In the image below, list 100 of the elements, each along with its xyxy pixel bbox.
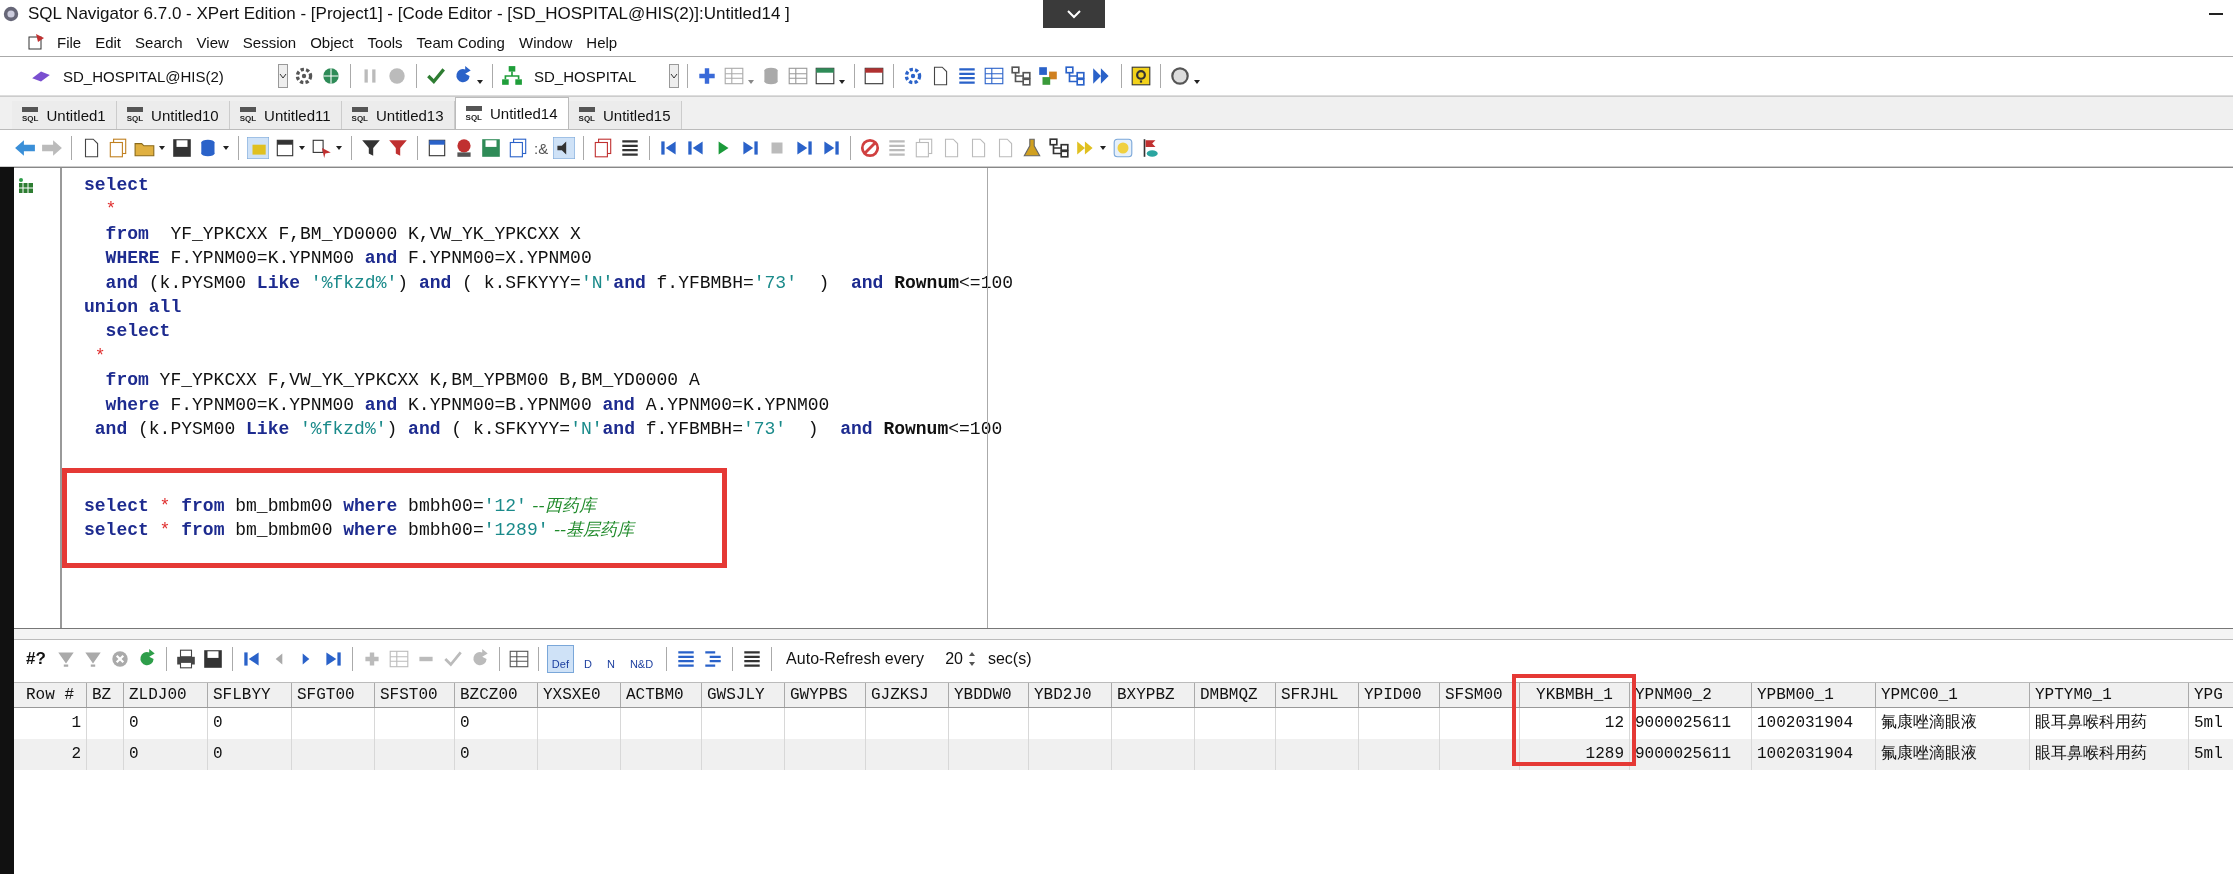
splitter-bar[interactable] [14, 628, 2233, 640]
table-cell: 0 [460, 745, 470, 763]
table-cell: 1002031904 [1757, 745, 1853, 763]
column-header[interactable]: ACTBM0 [621, 683, 702, 707]
plus-icon[interactable] [696, 65, 718, 87]
table-cell: 12 [1604, 714, 1624, 732]
column-header[interactable]: GJZKSJ [866, 683, 949, 707]
code-line: where F.YPNM00=K.YPNM00 and K.YPNM00=B.YPNM00 and A.YPNM00=K.YPNM00 [104, 394, 830, 415]
column-header[interactable]: ZLDJ00 [124, 683, 208, 707]
menu-item[interactable]: View [189, 33, 236, 51]
auto-refresh-label: Auto-Refresh every [786, 650, 924, 668]
connection-dropdown[interactable]: SD_HOSPITAL@HIS(2) [57, 62, 273, 90]
column-header[interactable]: YPBM00_1 [1752, 683, 1876, 707]
menu-item[interactable]: Window [511, 33, 580, 51]
window-icon[interactable] [863, 65, 885, 87]
cursor-icon[interactable] [311, 137, 333, 159]
editor-tab[interactable]: SQL Untitled11 [229, 101, 342, 129]
table-cell: 9000025611 [1635, 745, 1731, 763]
editor-tab[interactable]: SQL Untitled13 [341, 101, 455, 129]
window-title: SQL Navigator 6.7.0 - XPert Edition - [Project1] - [Code Editor - [SD_HOSPITAL@HIS(2)]:Untitled14 ] [28, 4, 790, 24]
table-cell: 0 [460, 714, 470, 732]
table-cell: 2 [71, 745, 81, 763]
globe-icon[interactable] [320, 65, 342, 87]
column-header[interactable]: YPG [2189, 683, 2233, 707]
column-header[interactable]: SFGT00 [292, 683, 375, 707]
code-line: * [93, 345, 106, 366]
code-line: union all [84, 296, 182, 317]
code-line: select [104, 321, 171, 342]
network-icon[interactable] [501, 65, 523, 87]
unit-label: sec(s) [987, 650, 1032, 668]
menu-item[interactable]: Team Coding [409, 33, 512, 51]
view-mode-button[interactable]: N&D [624, 645, 659, 673]
column-header[interactable]: SFSM00 [1440, 683, 1520, 707]
column-header[interactable]: YPNM00_2 [1630, 683, 1752, 707]
menu-item[interactable]: Edit [88, 33, 129, 51]
column-header[interactable]: GWSJLY [702, 683, 785, 707]
menu-item[interactable]: Object [303, 33, 361, 51]
column-header[interactable]: BZ [87, 683, 124, 707]
column-header[interactable]: SFRJHL [1276, 683, 1359, 707]
table-cell: 0 [213, 714, 223, 732]
table-cell: 0 [129, 745, 139, 763]
save-icon[interactable] [171, 137, 193, 159]
table-cell: 1 [71, 714, 81, 732]
help-icon[interactable] [1130, 65, 1152, 87]
table-cell: 1002031904 [1757, 714, 1853, 732]
panel-icon[interactable] [274, 137, 296, 159]
outline-icon[interactable] [1048, 137, 1071, 159]
view-mode-button[interactable]: N [601, 645, 620, 673]
menu-item[interactable]: File [50, 33, 89, 51]
table-cell: 5ml [2194, 745, 2223, 763]
blocks-icon[interactable] [1037, 65, 1059, 87]
flow-diagram-icon[interactable] [1064, 65, 1086, 87]
table-cell: 氟康唑滴眼液 [1881, 714, 1977, 732]
no-entry-icon[interactable] [859, 137, 882, 159]
column-header[interactable]: SFST00 [375, 683, 455, 707]
dropdown-button[interactable] [1042, 0, 1105, 28]
menu-item[interactable]: Tools [360, 33, 410, 51]
column-header[interactable]: BZCZ00 [455, 683, 538, 707]
column-header[interactable]: Row # [14, 683, 87, 707]
table-cell: 0 [213, 745, 223, 763]
menu-item[interactable]: Search [128, 33, 190, 51]
speaker-icon[interactable] [553, 137, 576, 159]
interval-spinner[interactable]: 20 [928, 648, 977, 670]
check-list-icon[interactable] [425, 65, 447, 87]
gear-icon[interactable] [902, 65, 924, 87]
query-label[interactable]: #? [26, 649, 46, 669]
column-header[interactable]: YPMC00_1 [1876, 683, 2030, 707]
column-header[interactable]: YBD2J0 [1029, 683, 1112, 707]
column-header[interactable]: BXYPBZ [1112, 683, 1195, 707]
view-mode-button[interactable]: Def [546, 645, 574, 673]
code-line: select * from bm_bmbm00 where bmbh00='1289' --基层药库 [84, 520, 635, 541]
table-cell: 眼耳鼻喉科用药 [2035, 745, 2147, 763]
column-header[interactable]: DMBMQZ [1195, 683, 1276, 707]
column-header[interactable]: YBDDW0 [949, 683, 1029, 707]
list-icon[interactable] [956, 65, 978, 87]
column-header[interactable]: YPID00 [1359, 683, 1440, 707]
parameter-label[interactable]: :& [534, 139, 549, 157]
column-header[interactable]: GWYPBS [785, 683, 866, 707]
menu-item[interactable]: Help [579, 33, 625, 51]
column-header[interactable]: YKBMBH_1 [1520, 683, 1630, 707]
table-cell: 9000025611 [1635, 714, 1731, 732]
table-cell: 氟康唑滴眼液 [1881, 745, 1977, 763]
menu-item[interactable]: Session [235, 33, 304, 51]
form-icon[interactable] [426, 137, 448, 159]
editor-tab[interactable]: SQL Untitled14 [454, 97, 569, 129]
code-line: and (k.PYSM00 Like '%fkzd%') and ( k.SFKYYY='N'and f.YFBMBH='73' ) and Rownum<=100 [93, 418, 1003, 439]
editor-tab[interactable]: SQL Untitled10 [116, 101, 230, 129]
menu-icon[interactable] [26, 32, 46, 52]
tree-icon[interactable] [1010, 65, 1032, 87]
column-header[interactable]: YPTYM0_1 [2030, 683, 2189, 707]
editor-tab[interactable]: SQL Untitled15 [568, 101, 682, 129]
column-header[interactable]: YXSXE0 [538, 683, 621, 707]
documents-icon[interactable] [107, 137, 129, 159]
save-icon[interactable] [201, 648, 224, 670]
schema-dropdown[interactable]: SD_HOSPITAL [528, 62, 664, 90]
table-cell: 1289 [1585, 745, 1624, 763]
column-header[interactable]: SFLBYY [208, 683, 292, 707]
print-icon[interactable] [174, 648, 197, 670]
view-mode-button[interactable]: D [578, 645, 597, 673]
editor-tab[interactable]: SQL Untitled1 [12, 101, 117, 129]
